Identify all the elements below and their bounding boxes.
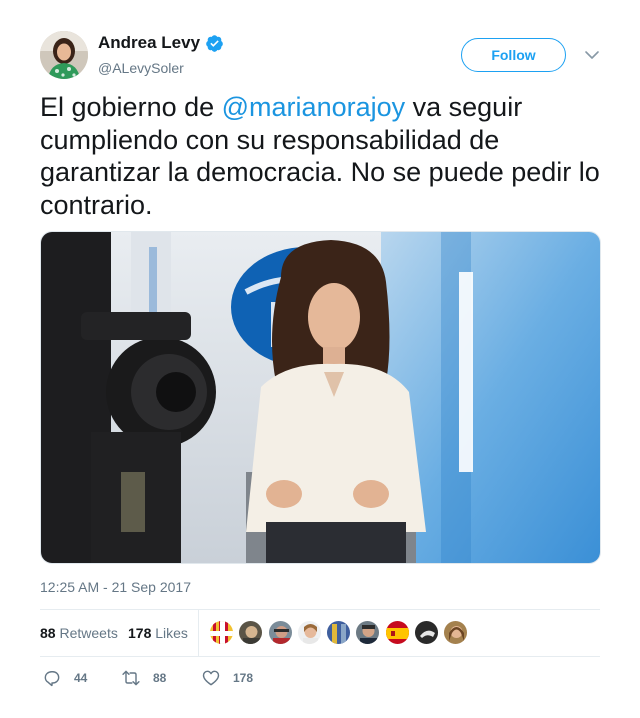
retweet-count: 88 [153,671,167,685]
follow-button[interactable]: Follow [461,38,566,72]
liker-avatar[interactable] [414,620,440,645]
retweet-icon [122,670,140,686]
like-count: 178 [233,671,254,685]
liker-avatar[interactable] [384,620,410,645]
verified-badge-icon [206,34,223,52]
liker-avatar[interactable] [296,620,322,645]
likes-stat-label: Likes [155,625,188,641]
reply-icon [44,671,60,687]
chevron-down-icon[interactable] [584,48,600,62]
liker-avatar[interactable] [238,620,264,645]
profile-photo-icon [40,31,88,79]
author-handle[interactable]: @ALevySoler [98,59,184,77]
liker-avatar[interactable] [267,620,293,645]
likes-stat-count: 178 [128,625,152,641]
liker-avatar[interactable] [443,620,469,645]
author-avatar[interactable] [40,31,88,79]
author-name[interactable]: Andrea Levy [98,33,200,53]
tweet-timestamp[interactable]: 12:25 AM - 21 Sep 2017 [40,578,191,596]
likes-stat[interactable]: 178 Likes [128,624,188,642]
like-action[interactable]: 178 [201,668,253,688]
tweet-media[interactable] [40,231,601,564]
stats-divider-top [40,609,600,610]
retweets-stat-count: 88 [40,625,56,641]
liker-avatar[interactable] [326,620,352,645]
heart-icon [202,670,220,686]
stats-divider-vertical [198,609,199,656]
retweets-stat-label: Retweets [59,625,118,641]
reply-action[interactable]: 44 [42,668,87,688]
tweet-text: El gobierno de @marianorajoy va seguir c… [40,91,605,221]
retweet-action[interactable]: 88 [121,668,166,688]
tweet-text-before: El gobierno de [40,92,222,122]
retweets-stat[interactable]: 88 Retweets [40,624,118,642]
liker-avatar[interactable] [355,620,381,645]
liker-avatars [209,620,473,645]
mention-link[interactable]: @marianorajoy [222,92,405,122]
liker-avatar[interactable] [209,620,234,645]
interview-photo-icon [41,232,600,563]
reply-count: 44 [74,671,88,685]
stats-divider-bottom [40,656,600,657]
author-name-row[interactable]: Andrea Levy [98,33,224,53]
